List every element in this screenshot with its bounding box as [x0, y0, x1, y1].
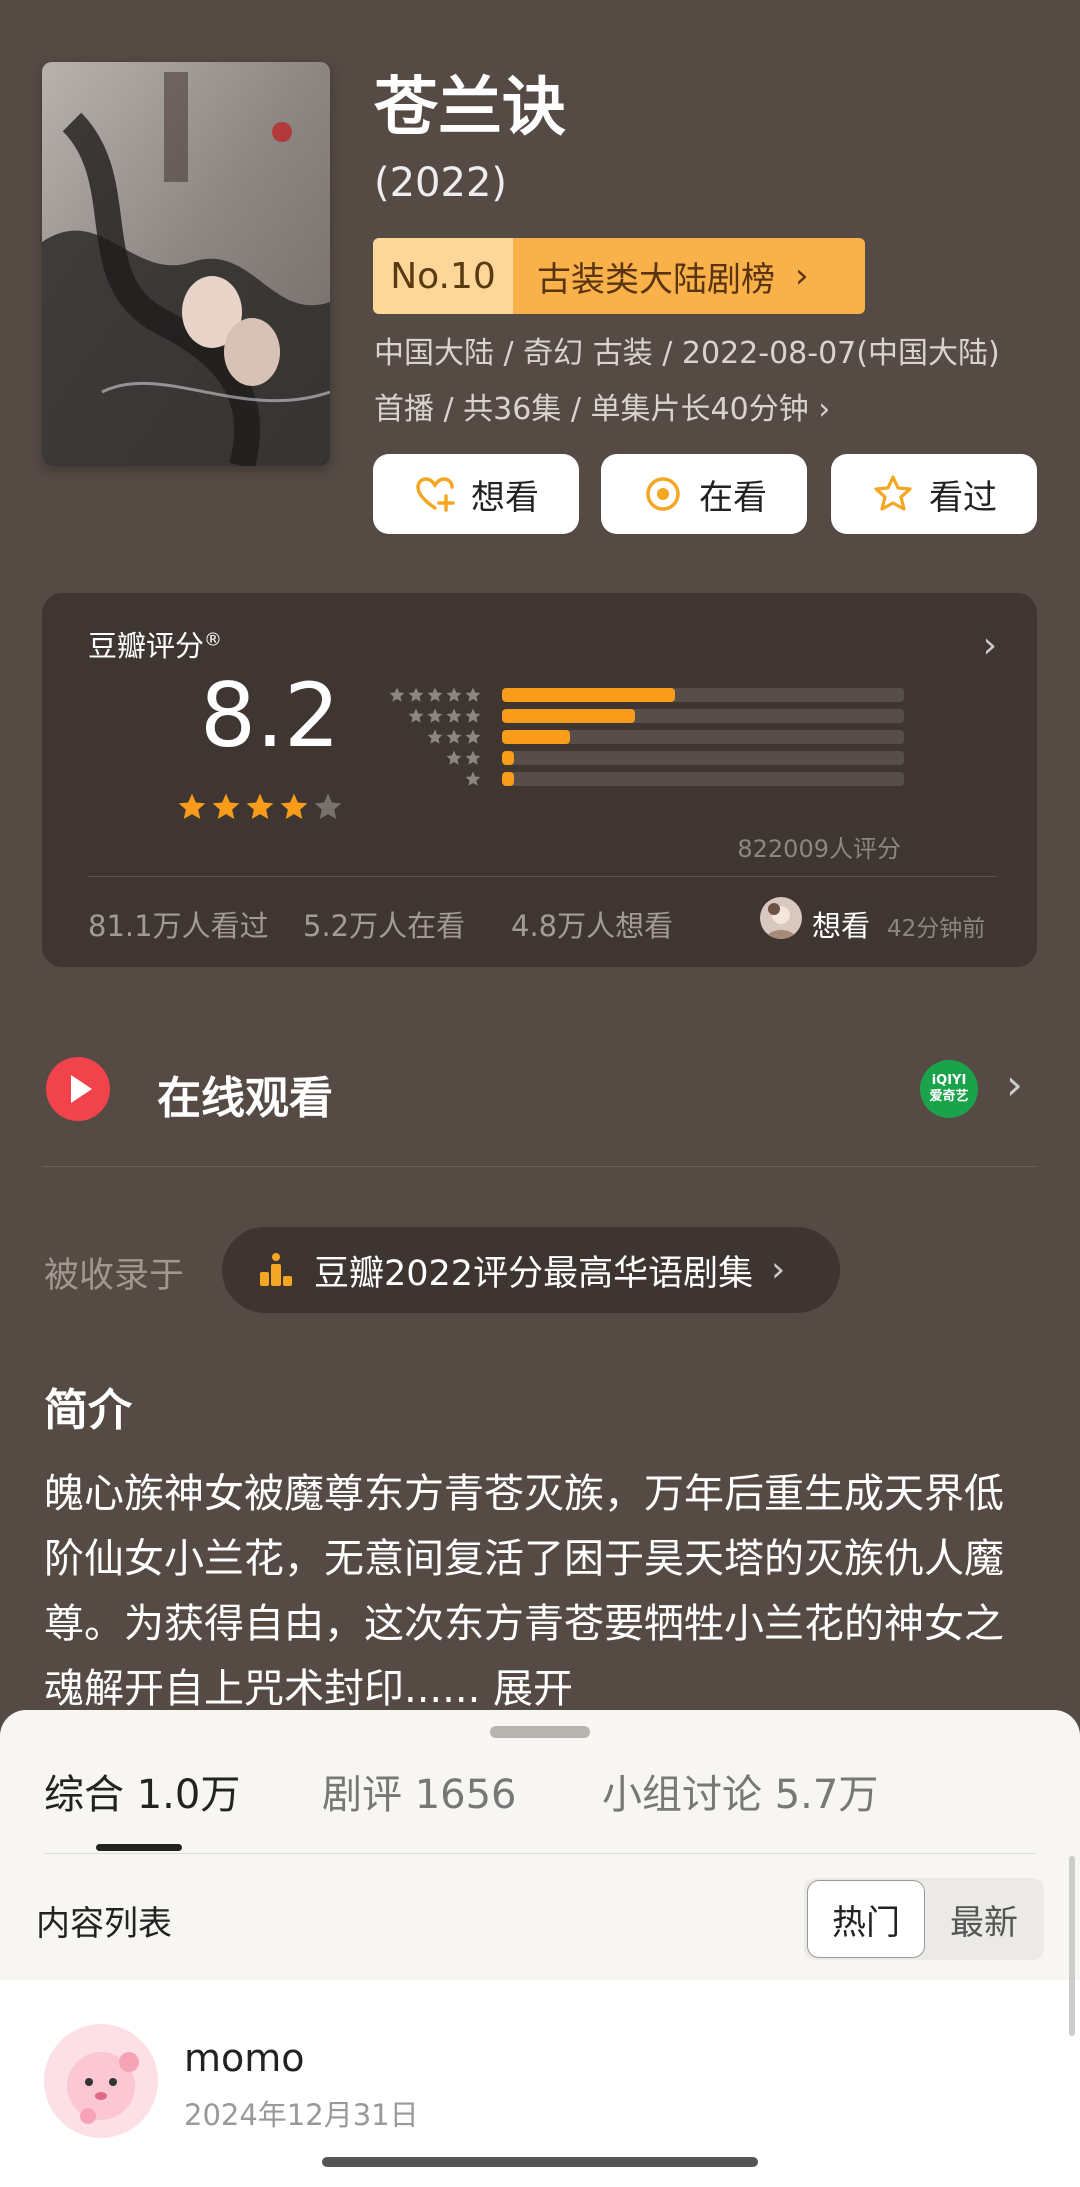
rating-bar-fill — [502, 772, 515, 786]
divider — [44, 1853, 1036, 1854]
star-small-icon — [465, 687, 481, 702]
podium-icon — [260, 1253, 292, 1286]
star-small-icon — [427, 729, 443, 744]
rating-bar-track — [502, 730, 904, 744]
home-indicator[interactable] — [322, 2157, 758, 2167]
included-label: 被收录于 — [44, 1256, 185, 1296]
sheet-grabber[interactable] — [490, 1726, 590, 1738]
chevron-right-icon: › — [771, 1250, 786, 1290]
recent-user-avatar — [760, 897, 802, 939]
show-meta-line2[interactable]: 首播 / 共36集 / 单集片长40分钟 › — [374, 388, 830, 432]
star-small-icon — [446, 687, 462, 702]
star-small-icon — [446, 750, 462, 765]
intro-text[interactable]: 魄心族神女被魔尊东方青苍灭族，万年后重生成天界低阶仙女小兰花，无意间复活了困于昊… — [44, 1462, 1024, 1722]
star-small-icon — [427, 708, 443, 723]
stat-watched: 81.1万人看过 — [88, 909, 269, 943]
show-meta-line1: 中国大陆 / 奇幻 古装 / 2022-08-07(中国大陆) — [374, 336, 1000, 371]
stat-want: 4.8万人想看 — [511, 909, 674, 943]
poster-art — [42, 62, 330, 466]
rating-bar-fill — [502, 751, 515, 765]
sort-new-button[interactable]: 最新 — [925, 1880, 1043, 1958]
list-item[interactable] — [0, 1980, 1080, 2187]
ranking-badge[interactable]: No.10 古装类大陆剧榜 › — [373, 238, 865, 314]
online-watch-label[interactable]: 在线观看 — [157, 1062, 333, 1126]
stat-watching: 5.2万人在看 — [303, 909, 466, 943]
post-username[interactable]: momo — [184, 2036, 305, 2080]
star-small-icon — [465, 729, 481, 744]
sort-hot-button[interactable]: 热门 — [807, 1880, 925, 1958]
star-filled-icon — [212, 793, 240, 819]
star-small-icon — [446, 708, 462, 723]
rating-bar-track — [502, 688, 904, 702]
poster-image[interactable] — [42, 62, 330, 466]
star-small-icon — [408, 708, 424, 723]
star-filled-icon — [246, 793, 274, 819]
bottom-sheet[interactable]: 综合 1.0万 剧评 1656 小组讨论 5.7万 内容列表 热门 最新 mom… — [0, 1710, 1080, 2187]
registered-mark: ® — [204, 629, 223, 651]
rating-bar-fill — [502, 709, 635, 723]
rating-count: 822009人评分 — [737, 835, 901, 863]
star-filled-icon — [178, 793, 206, 819]
star-small-icon — [465, 708, 481, 723]
star-small-icon — [427, 687, 443, 702]
rank-list-label: 古装类大陆剧榜 — [537, 259, 775, 300]
rating-row-4-star — [382, 708, 904, 724]
rank-number: No.10 — [373, 238, 513, 314]
target-icon — [646, 477, 680, 511]
included-list-pill[interactable]: 豆瓣2022评分最高华语剧集 › — [222, 1227, 840, 1313]
rating-bar-track — [502, 709, 904, 723]
post-date: 2024年12月31日 — [184, 2098, 419, 2132]
rating-bar-fill — [502, 688, 675, 702]
watched-label: 看过 — [929, 477, 997, 518]
star-small-icon — [446, 729, 462, 744]
rating-row-2-star — [382, 750, 904, 766]
rating-row-1-star — [382, 771, 904, 787]
recent-time: 42分钟前 — [887, 916, 986, 942]
rating-card[interactable]: 豆瓣评分® › 8.2 822009人评分 81.1万人看过 5.2万人在看 4… — [42, 593, 1037, 967]
recent-action: 想看 — [812, 909, 871, 943]
want-label: 想看 — [471, 477, 539, 518]
iqiyi-logo[interactable]: iQIYI 爱奇艺 — [920, 1060, 978, 1118]
intro-heading: 简介 — [44, 1385, 132, 1436]
rank-list: 古装类大陆剧榜 › — [513, 238, 865, 314]
content-list-label: 内容列表 — [36, 1904, 172, 1944]
star-small-icon — [408, 687, 424, 702]
star-small-icon — [389, 687, 405, 702]
watched-button[interactable]: 看过 — [831, 454, 1037, 534]
rating-row-5-star — [382, 687, 904, 703]
scrollbar[interactable] — [1069, 1856, 1075, 2036]
star-filled-icon — [280, 793, 308, 819]
show-year: (2022) — [374, 160, 508, 206]
star-empty-icon — [314, 793, 342, 819]
divider — [42, 1166, 1037, 1167]
show-title: 苍兰诀 — [374, 71, 566, 145]
chevron-right-icon[interactable]: › — [983, 625, 997, 666]
tab-reviews[interactable]: 剧评 1656 — [322, 1762, 517, 1820]
avatar[interactable] — [44, 2024, 158, 2138]
watching-button[interactable]: 在看 — [601, 454, 807, 534]
chevron-right-icon: › — [795, 256, 809, 296]
tab-indicator — [96, 1844, 182, 1851]
rating-bar-track — [502, 772, 904, 786]
included-list-name: 豆瓣2022评分最高华语剧集 — [314, 1253, 754, 1294]
play-icon[interactable] — [46, 1057, 110, 1121]
rating-stars — [176, 791, 344, 823]
watching-label: 在看 — [699, 477, 767, 518]
rating-bar-track — [502, 751, 904, 765]
divider — [88, 876, 997, 877]
star-small-icon — [465, 750, 481, 765]
rating-label: 豆瓣评分® — [88, 629, 223, 663]
tab-groups[interactable]: 小组讨论 5.7万 — [602, 1762, 878, 1820]
rating-score: 8.2 — [200, 664, 340, 767]
star-small-icon — [465, 771, 481, 786]
chevron-right-icon[interactable]: › — [1006, 1060, 1023, 1109]
star-outline-icon — [874, 475, 912, 511]
heart-plus-icon — [416, 477, 455, 512]
rating-bar-fill — [502, 730, 571, 744]
tab-all[interactable]: 综合 1.0万 — [44, 1762, 240, 1820]
rating-row-3-star — [382, 729, 904, 745]
want-to-watch-button[interactable]: 想看 — [373, 454, 579, 534]
